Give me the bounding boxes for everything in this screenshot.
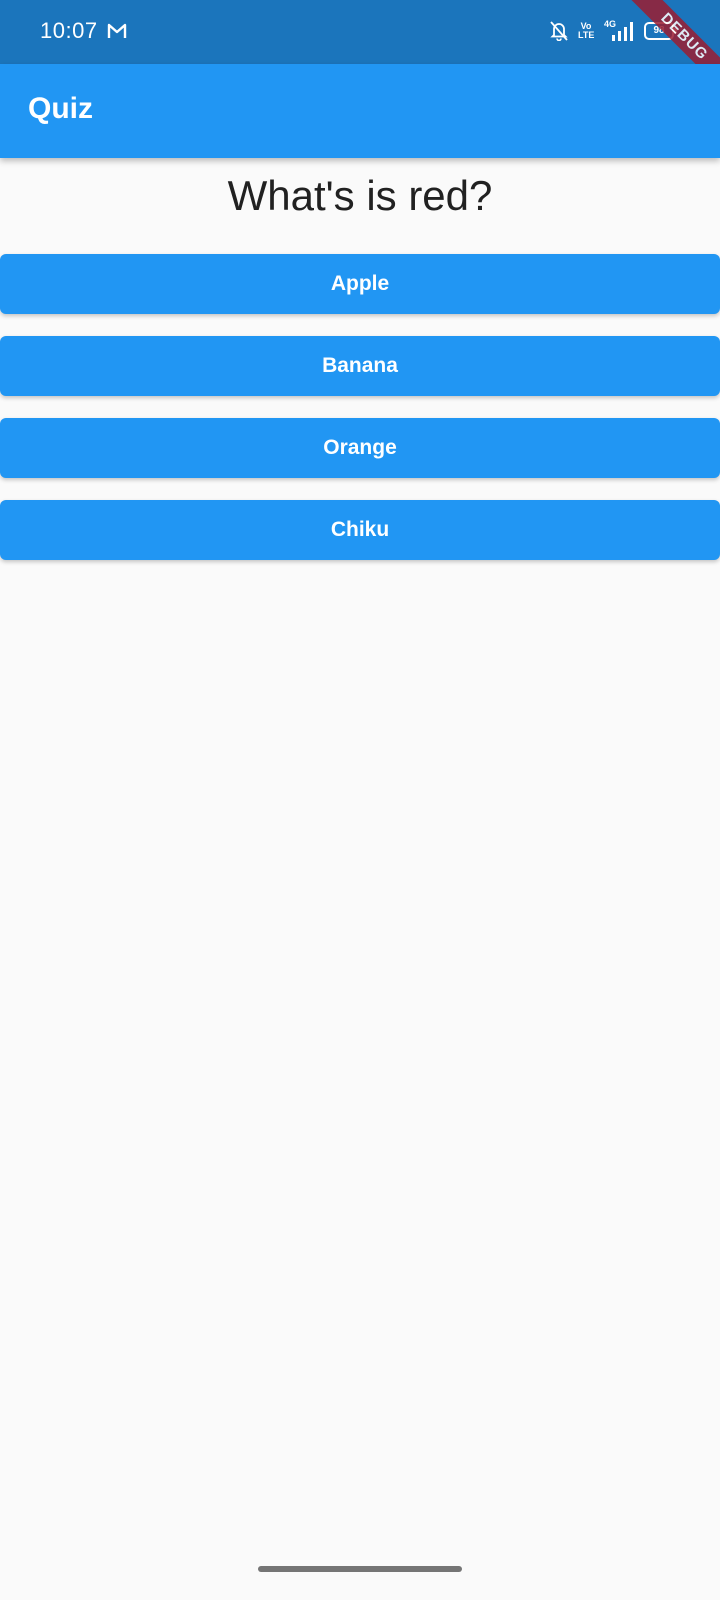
battery-icon: 98 [644,22,677,40]
app-bar: Quiz [0,64,720,158]
app-title: Quiz [28,92,93,125]
volte-icon: Vo LTE [578,21,595,40]
home-indicator[interactable] [258,1566,462,1572]
signal-icon: 4G [604,19,634,42]
answer-list: Apple Banana Orange Chiku [0,254,720,582]
gmail-icon [107,22,127,40]
answer-button-orange[interactable]: Orange [0,418,720,478]
status-time: 10:07 [40,18,98,43]
status-bar: 10:07 Vo LTE 4G 98 [0,0,720,64]
bell-off-icon [550,21,568,41]
network-type: 4G [604,19,617,29]
screen: 10:07 Vo LTE 4G 98 DEBUG Quiz What's is … [0,0,720,1600]
answer-button-apple[interactable]: Apple [0,254,720,314]
answer-button-banana[interactable]: Banana [0,336,720,396]
question-text: What's is red? [227,172,493,219]
answer-button-chiku[interactable]: Chiku [0,500,720,560]
status-icons: Vo LTE 4G 98 [550,19,677,42]
